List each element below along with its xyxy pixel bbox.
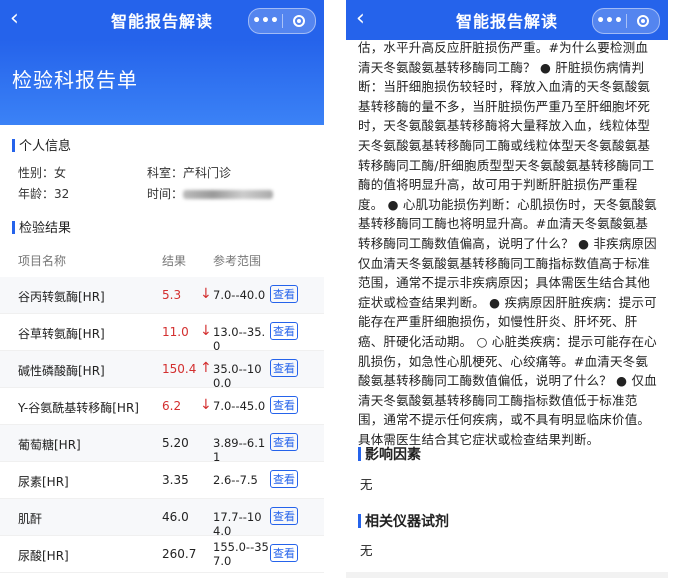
results-table-header: 项目名称 结果 参考范围 xyxy=(0,248,324,272)
item-range: 35.0--100.0 xyxy=(213,362,262,390)
item-name: 尿素[HR] xyxy=(18,475,69,489)
age-info: 年龄：32 xyxy=(18,187,70,201)
instruments-value: 无 xyxy=(360,543,373,558)
report-header: 检验科报告单 xyxy=(0,40,324,125)
view-button[interactable]: 查看 xyxy=(270,285,298,303)
table-row: 肌酐 46.0 17.7--104.0 查看 xyxy=(0,499,324,538)
view-button[interactable]: 查看 xyxy=(270,470,298,488)
factors-value: 无 xyxy=(360,477,373,492)
item-name: 谷丙转氨酶[HR] xyxy=(18,290,105,304)
item-name: 肌酐 xyxy=(18,512,43,526)
section-results: 检验结果 xyxy=(12,217,71,236)
table-row: Y-谷氨酰基转移酶[HR] 6.2 ↓ 7.0--45.0 查看 xyxy=(0,388,324,425)
department-info: 科室：产科门诊 xyxy=(147,166,232,180)
item-result: 46.0 xyxy=(162,510,189,524)
footer-divider xyxy=(346,572,668,578)
item-result: 5.20 xyxy=(162,436,189,450)
left-screen: ‹ 智能报告解读 ••• 检验科报告单 个人信息 性别：女 科室：产科门诊 年龄… xyxy=(0,0,324,578)
chevron-left-icon[interactable]: ‹ xyxy=(356,6,365,32)
table-row: 谷草转氨酶[HR] 11.0 ↓ 13.0--35.0 查看 xyxy=(0,314,324,353)
section-personal-info: 个人信息 xyxy=(12,135,71,154)
nav-bar: ‹ 智能报告解读 ••• xyxy=(0,0,324,40)
factors-heading: 影响因素 xyxy=(358,444,421,464)
item-name: 尿酸[HR] xyxy=(18,549,69,563)
view-button[interactable]: 查看 xyxy=(270,544,298,562)
right-screen: ‹ 智能报告解读 ••• 估，水平升高反应肝脏损伤严重。#为什么要检测血清天冬氨… xyxy=(346,0,668,578)
item-range: 7.0--45.0 xyxy=(213,399,266,413)
col-name: 项目名称 xyxy=(18,254,67,268)
mini-program-capsule: ••• xyxy=(248,8,316,34)
page-title: 检验科报告单 xyxy=(12,68,138,92)
table-row: 葡萄糖[HR] 5.20 3.89--6.11 查看 xyxy=(0,425,324,464)
view-button[interactable]: 查看 xyxy=(270,322,298,340)
record-target-icon[interactable] xyxy=(283,15,315,27)
nav-title: 智能报告解读 xyxy=(110,12,213,31)
col-range: 参考范围 xyxy=(213,254,262,268)
arrow-down-icon: ↓ xyxy=(200,286,212,302)
item-range: 13.0--35.0 xyxy=(213,325,266,353)
item-range: 17.7--104.0 xyxy=(213,510,262,538)
gender-info: 性别：女 xyxy=(18,166,67,180)
table-row: 尿素[HR] 3.35 2.6--7.5 查看 xyxy=(0,462,324,499)
arrow-up-icon: ↑ xyxy=(200,360,212,376)
nav-title: 智能报告解读 xyxy=(455,12,558,31)
item-range: 2.6--7.5 xyxy=(213,473,258,487)
item-name: Y-谷氨酰基转移酶[HR] xyxy=(18,401,139,415)
item-result: 3.35 xyxy=(162,473,189,487)
item-result: 5.3 xyxy=(162,288,182,302)
view-button[interactable]: 查看 xyxy=(270,359,298,377)
screen-divider xyxy=(324,0,346,578)
redacted-time xyxy=(183,190,274,199)
more-dots-icon[interactable]: ••• xyxy=(249,9,282,33)
item-name: 葡萄糖[HR] xyxy=(18,438,81,452)
table-row: 尿酸[HR] 260.7 155.0--357.0 查看 xyxy=(0,536,324,573)
item-result: 150.4 xyxy=(162,362,197,376)
arrow-down-icon: ↓ xyxy=(200,323,212,339)
item-result: 11.0 xyxy=(162,325,189,339)
item-name: 谷草转氨酶[HR] xyxy=(18,327,105,341)
item-range: 3.89--6.11 xyxy=(213,436,266,464)
item-result: 6.2 xyxy=(162,399,182,413)
item-name: 碱性磷酸酶[HR] xyxy=(18,364,105,378)
table-row: 碱性磷酸酶[HR] 150.4 ↑ 35.0--100.0 查看 xyxy=(0,351,324,390)
time-info: 时间： xyxy=(147,185,274,202)
col-result: 结果 xyxy=(162,254,187,268)
table-row: 谷丙转氨酶[HR] 5.3 ↓ 7.0--40.0 查看 xyxy=(0,277,324,314)
item-range: 155.0--357.0 xyxy=(213,540,269,568)
view-button[interactable]: 查看 xyxy=(270,433,298,451)
nav-bar: ‹ 智能报告解读 ••• xyxy=(346,0,668,40)
record-target-icon[interactable] xyxy=(627,15,659,27)
arrow-down-icon: ↓ xyxy=(200,397,212,413)
item-range: 7.0--40.0 xyxy=(213,288,266,302)
view-button[interactable]: 查看 xyxy=(270,507,298,525)
view-button[interactable]: 查看 xyxy=(270,396,298,414)
chevron-left-icon[interactable]: ‹ xyxy=(10,6,19,32)
mini-program-capsule: ••• xyxy=(592,8,660,34)
interpretation-text: 估，水平升高反应肝脏损伤严重。#为什么要检测血清天冬氨酸氨基转移酶同工酶？ ● … xyxy=(358,40,657,447)
more-dots-icon[interactable]: ••• xyxy=(593,9,626,33)
instruments-heading: 相关仪器试剂 xyxy=(358,511,449,531)
item-result: 260.7 xyxy=(162,547,197,561)
